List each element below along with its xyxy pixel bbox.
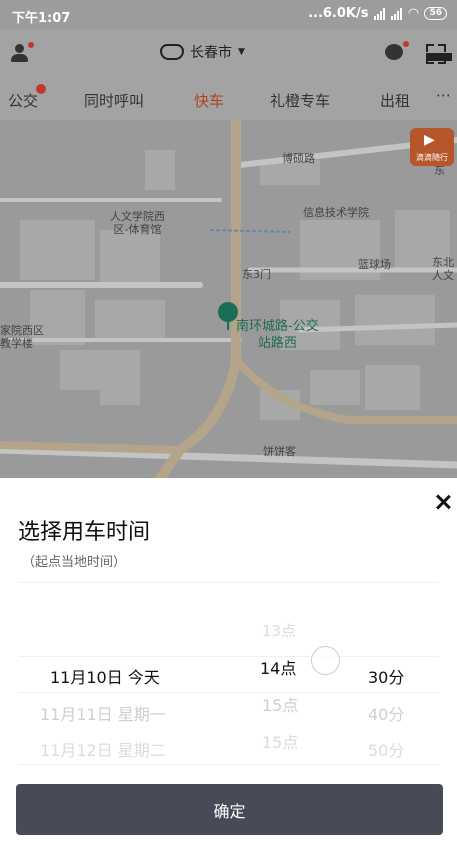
selection-bottom-line bbox=[18, 692, 439, 693]
hour-option[interactable]: 15点 bbox=[262, 729, 298, 753]
tab-badge bbox=[36, 84, 46, 94]
map-label-dongsanmen: 东3门 bbox=[242, 268, 271, 281]
hour-option[interactable]: 15点 bbox=[262, 692, 298, 716]
location-pin-icon[interactable] bbox=[218, 302, 238, 330]
signal-icon-2 bbox=[391, 7, 403, 20]
divider bbox=[18, 764, 439, 765]
map-label-bingbing: 饼饼客 bbox=[263, 445, 296, 458]
status-bar: 下午1:07 ...6.0K/s ◠ 56 bbox=[0, 0, 457, 30]
map-label-basketball: 篮球场 bbox=[358, 258, 391, 271]
sheet-subtitle: （起点当地时间） bbox=[22, 555, 127, 570]
map-view[interactable]: 博硕路 人文学院西 区-体育馆 信息技术学院 东3门 篮球场 东北 人文 家院西… bbox=[0, 120, 457, 478]
status-time: 下午1:07 bbox=[12, 11, 71, 26]
hour-option[interactable]: 13点 bbox=[262, 620, 296, 641]
message-icon[interactable] bbox=[385, 41, 409, 62]
signal-icon bbox=[374, 7, 386, 20]
profile-icon[interactable] bbox=[10, 42, 34, 64]
minute-selected[interactable]: 30分 bbox=[368, 664, 404, 688]
divider bbox=[18, 582, 439, 583]
map-canvas bbox=[0, 120, 457, 478]
pickup-point-label[interactable]: 南环城路-公交 站路西 bbox=[236, 318, 319, 352]
selection-top-line bbox=[18, 656, 439, 657]
map-label-dongbei: 东北 人文 bbox=[432, 256, 454, 282]
scan-icon[interactable] bbox=[426, 44, 452, 64]
hour-selected[interactable]: 14点 bbox=[260, 655, 296, 679]
map-label-nanyuan-west: 家院西区 教学楼 bbox=[0, 324, 44, 350]
confirm-button[interactable]: 确定 bbox=[16, 784, 443, 835]
map-label-renwen-west: 人文学院西 区-体育馆 bbox=[110, 210, 165, 236]
tab-express[interactable]: 快车 bbox=[194, 90, 224, 111]
date-option[interactable]: 11月12日 星期二 bbox=[40, 737, 166, 761]
map-label-info-tech: 信息技术学院 bbox=[303, 206, 369, 219]
date-option[interactable]: 11月11日 星期一 bbox=[40, 701, 166, 725]
close-icon[interactable] bbox=[434, 493, 452, 511]
more-tabs-icon[interactable]: ⋯ bbox=[436, 86, 451, 104]
city-selector[interactable]: 长春市 ▼ bbox=[160, 42, 245, 62]
wifi-icon: ◠ bbox=[408, 6, 419, 21]
notification-dot bbox=[28, 42, 34, 48]
minute-option[interactable]: 40分 bbox=[368, 701, 404, 725]
sheet-title: 选择用车时间 bbox=[18, 520, 151, 545]
battery-icon: 56 bbox=[424, 7, 447, 20]
service-tabs: 公交 同时呼叫 快车 礼橙专车 出租 ⋯ bbox=[0, 80, 457, 120]
date-selected[interactable]: 11月10日 今天 bbox=[50, 664, 160, 688]
didi-companion-button[interactable]: ▶ 滴滴随行 bbox=[410, 128, 454, 166]
tab-simultaneous-call[interactable]: 同时呼叫 bbox=[84, 90, 144, 111]
didi-companion-label: 滴滴随行 bbox=[416, 153, 448, 162]
city-name: 长春市 bbox=[190, 45, 232, 61]
map-label-bosuo-road: 博硕路 bbox=[282, 152, 315, 165]
network-speed: ...6.0K/s bbox=[308, 6, 369, 21]
tab-bus[interactable]: 公交 bbox=[8, 90, 38, 111]
megaphone-icon: ▶ bbox=[424, 132, 435, 148]
tab-premier[interactable]: 礼橙专车 bbox=[270, 90, 330, 111]
minute-option[interactable]: 50分 bbox=[368, 737, 404, 761]
chevron-down-icon: ▼ bbox=[238, 47, 245, 57]
message-dot bbox=[403, 41, 409, 47]
app-header: 长春市 ▼ bbox=[0, 30, 457, 80]
touch-indicator bbox=[311, 646, 340, 675]
tab-taxi[interactable]: 出租 bbox=[380, 90, 410, 111]
didi-logo-icon bbox=[160, 44, 184, 60]
